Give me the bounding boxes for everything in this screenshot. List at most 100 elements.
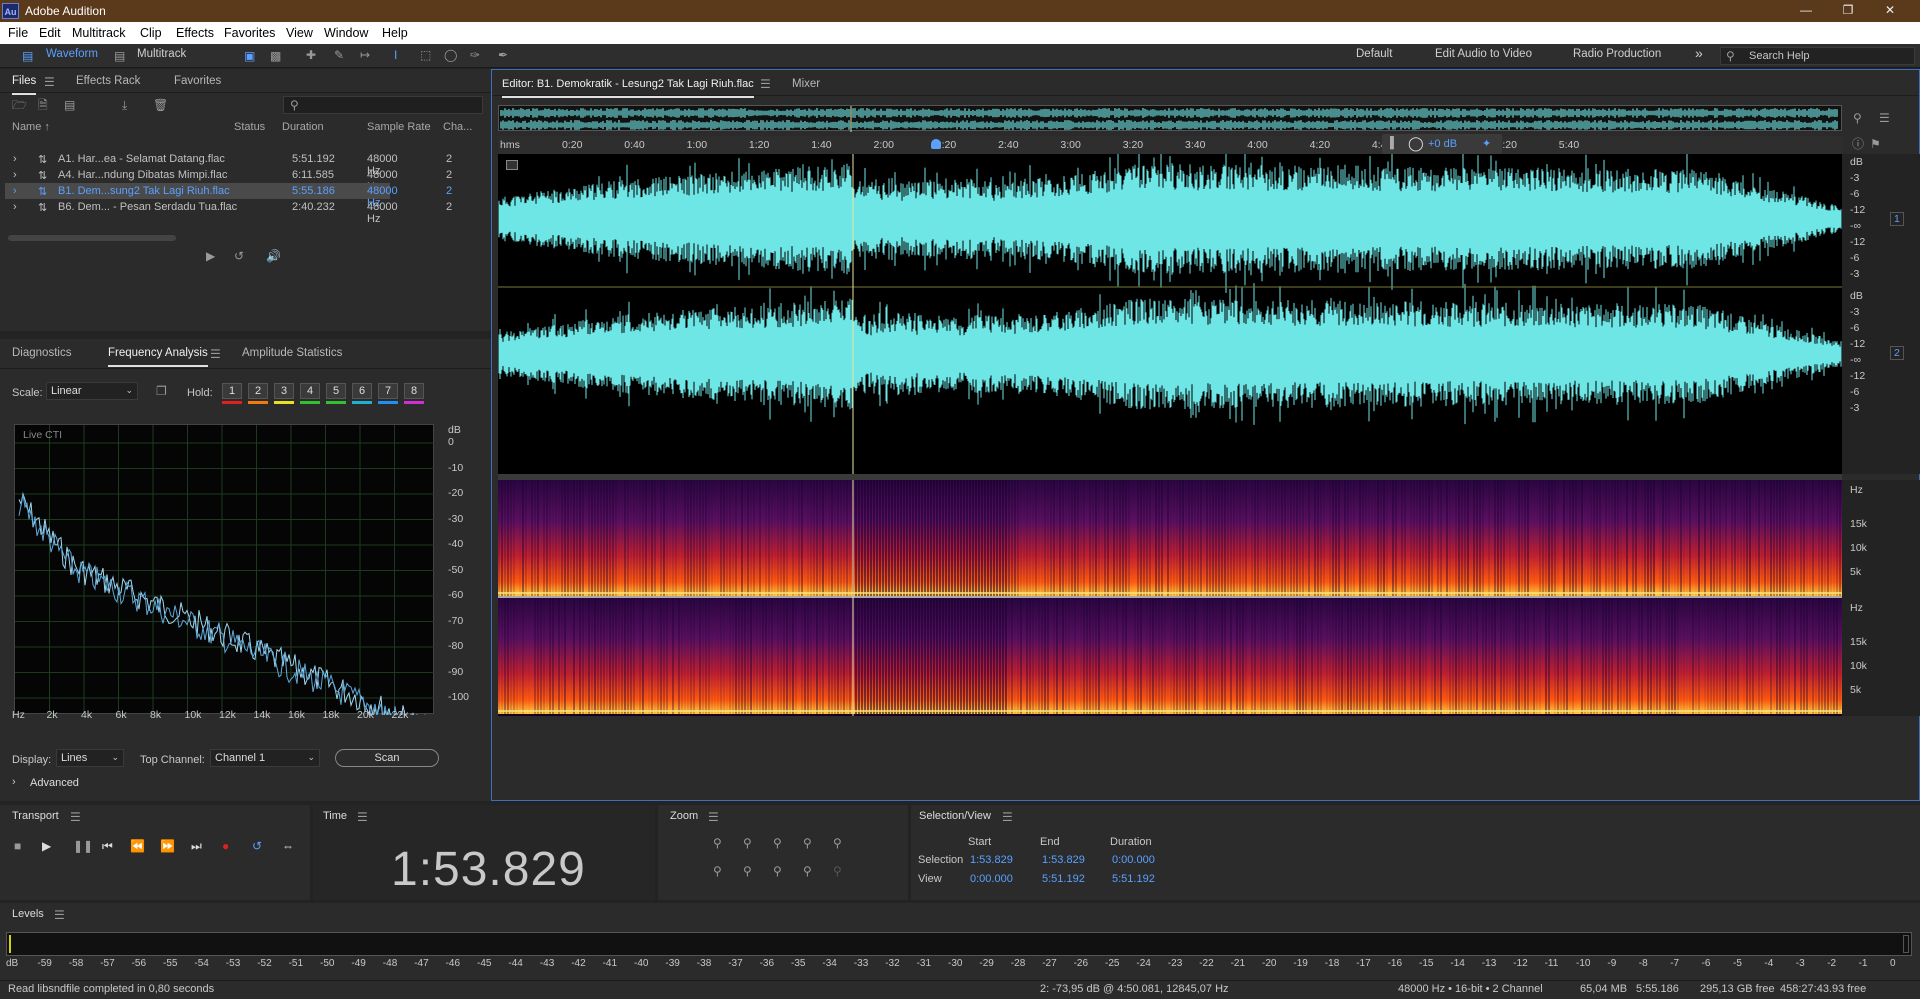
column-duration[interactable]: Duration	[282, 121, 324, 133]
workspace-radio-production[interactable]: Radio Production	[1573, 48, 1661, 60]
files-search-input[interactable]: ⚲	[283, 96, 483, 114]
time-ruler[interactable]: hms 0:20 0:40 1:00 1:20 1:40 2:00 2:20 2:40 3:00…	[498, 136, 1842, 154]
scale-select[interactable]: Linear ⌄	[46, 382, 138, 400]
zoom-in-amplitude-icon[interactable]: ⚲	[713, 837, 722, 849]
fast-forward-icon[interactable]: ⏩	[160, 840, 175, 852]
selection-duration[interactable]: 0:00.000	[1112, 854, 1155, 866]
clip-gain-icon[interactable]	[506, 160, 518, 170]
new-file-icon[interactable]: ▤	[64, 99, 75, 111]
pause-icon[interactable]: ❚❚	[73, 840, 93, 852]
menu-help[interactable]: Help	[382, 26, 408, 40]
column-channels[interactable]: Cha...	[443, 121, 472, 133]
waveform-button[interactable]: Waveform	[46, 48, 98, 60]
lock-overlay-icon[interactable]: ❐	[156, 385, 167, 397]
tab-files[interactable]: Files	[12, 75, 37, 95]
expand-icon[interactable]: ›	[13, 185, 17, 197]
chevron-right-icon[interactable]: ›	[12, 776, 16, 788]
current-time-display[interactable]: 1:53.829	[391, 842, 586, 897]
display-select[interactable]: Lines ⌄	[56, 749, 124, 767]
file-row-selected[interactable]: › ⇅ B1. Dem...sung2 Tak Lagi Riuh.flac 5…	[5, 183, 452, 209]
workspace-edit-audio-to-video[interactable]: Edit Audio to Video	[1435, 48, 1532, 60]
loop-playback-icon[interactable]: ↺	[252, 840, 262, 852]
channel-label[interactable]: 2	[1890, 346, 1904, 360]
top-channel-select[interactable]: Channel 1 ⌄	[210, 749, 320, 767]
play-preview-icon[interactable]: ▶	[206, 250, 215, 262]
panel-menu-icon[interactable]: ☰	[210, 348, 221, 360]
view-end[interactable]: 5:51.192	[1042, 873, 1085, 885]
volume-knob-icon[interactable]: ◯	[1408, 135, 1424, 152]
tab-mixer[interactable]: Mixer	[792, 78, 820, 90]
zoom-in-time-icon[interactable]: ⚲	[773, 837, 782, 849]
panel-menu-icon[interactable]: ☰	[760, 78, 771, 90]
menu-multitrack[interactable]: Multitrack	[72, 26, 125, 40]
pin-icon[interactable]: ✦	[1482, 137, 1491, 150]
channel-label[interactable]: 1	[1890, 212, 1904, 226]
zoom-out-amplitude-icon[interactable]: ⚲	[743, 837, 752, 849]
stop-icon[interactable]: ■	[14, 840, 21, 852]
panel-menu-icon[interactable]: ☰	[70, 811, 81, 823]
skip-to-start-icon[interactable]: ⏮	[102, 840, 113, 852]
headphones-icon[interactable]: ⓘ	[1852, 138, 1864, 150]
spot-healing-tool-icon[interactable]: ✒	[498, 49, 508, 61]
hold-button-4[interactable]: 4	[300, 383, 320, 399]
restore-icon[interactable]: ❐	[1838, 3, 1858, 17]
hold-button-8[interactable]: 8	[404, 383, 424, 399]
panel-menu-icon[interactable]: ☰	[44, 76, 55, 88]
zoom-to-selection-icon[interactable]: ⚲	[773, 865, 782, 877]
hold-button-3[interactable]: 3	[274, 383, 294, 399]
play-icon[interactable]: ▶	[42, 840, 51, 852]
marker-icon[interactable]: ⚑	[1870, 138, 1881, 150]
expand-icon[interactable]: ›	[13, 201, 17, 213]
horizontal-scrollbar[interactable]	[8, 235, 176, 241]
hold-button-2[interactable]: 2	[248, 383, 268, 399]
clip-indicator[interactable]	[1903, 935, 1909, 953]
waveform-view-icon[interactable]: ▣	[244, 50, 255, 62]
time-selection-tool-icon[interactable]: I	[394, 49, 397, 61]
spectral-display[interactable]	[498, 480, 1842, 716]
playhead-marker[interactable]	[931, 139, 941, 149]
tab-favorites[interactable]: Favorites	[174, 75, 221, 87]
expand-icon[interactable]: ›	[13, 153, 17, 165]
hold-button-5[interactable]: 5	[326, 383, 346, 399]
menu-favorites[interactable]: Favorites	[224, 26, 275, 40]
expand-icon[interactable]: ›	[13, 169, 17, 181]
insert-into-multitrack-icon[interactable]: ⤓	[122, 99, 127, 111]
selection-start[interactable]: 1:53.829	[970, 854, 1013, 866]
frequency-graph[interactable]: Live CTI	[14, 424, 435, 715]
overview-bar[interactable]	[498, 105, 1842, 132]
spectral-view-icon[interactable]: ▩	[270, 50, 281, 62]
tab-frequency-analysis[interactable]: Frequency Analysis	[108, 347, 208, 367]
rewind-icon[interactable]: ⏪	[130, 840, 145, 852]
open-file-icon[interactable]: 🗁	[12, 99, 27, 111]
panel-menu-icon[interactable]: ☰	[1002, 811, 1013, 823]
skip-to-end-icon[interactable]: ⏭	[191, 840, 202, 852]
menu-edit[interactable]: Edit	[39, 26, 61, 40]
minimize-icon[interactable]: —	[1796, 3, 1816, 17]
zoom-in-right-icon[interactable]: ⚲	[743, 865, 752, 877]
delete-file-icon[interactable]: 🗑	[153, 99, 168, 111]
advanced-toggle[interactable]: Advanced	[30, 777, 79, 789]
menu-clip[interactable]: Clip	[140, 26, 162, 40]
selection-end[interactable]: 1:53.829	[1042, 854, 1085, 866]
zoom-reset-icon[interactable]: ⚲	[833, 865, 842, 877]
skip-selection-icon[interactable]: ⇔	[282, 840, 294, 852]
view-duration[interactable]: 5:51.192	[1112, 873, 1155, 885]
import-file-icon[interactable]: 🗎	[38, 99, 48, 111]
column-sample-rate[interactable]: Sample Rate	[367, 121, 431, 133]
zoom-in-left-icon[interactable]: ⚲	[713, 865, 722, 877]
multitrack-button[interactable]: Multitrack	[137, 48, 186, 60]
marquee-tool-icon[interactable]: ⬚	[420, 49, 431, 61]
panel-menu-icon[interactable]: ☰	[708, 811, 719, 823]
waveform-display[interactable]	[498, 154, 1842, 474]
lasso-tool-icon[interactable]: ◯	[444, 49, 457, 61]
brush-tool-icon[interactable]: ✑	[470, 49, 480, 61]
file-row[interactable]: › ⇅ A4. Har...ndung Dibatas Mimpi.flac 6…	[5, 167, 452, 193]
view-start[interactable]: 0:00.000	[970, 873, 1013, 885]
workspace-default[interactable]: Default	[1356, 48, 1392, 60]
tab-editor[interactable]: Editor: B1. Demokratik - Lesung2 Tak Lag…	[502, 78, 754, 98]
file-row[interactable]: › ⇅ A1. Har...ea - Selamat Datang.flac 5…	[5, 151, 452, 177]
menu-effects[interactable]: Effects	[176, 26, 214, 40]
more-workspaces-button[interactable]: »	[1695, 45, 1703, 61]
search-help-input[interactable]: Search Help	[1749, 50, 1810, 62]
move-tool-icon[interactable]: ✚	[306, 49, 316, 61]
